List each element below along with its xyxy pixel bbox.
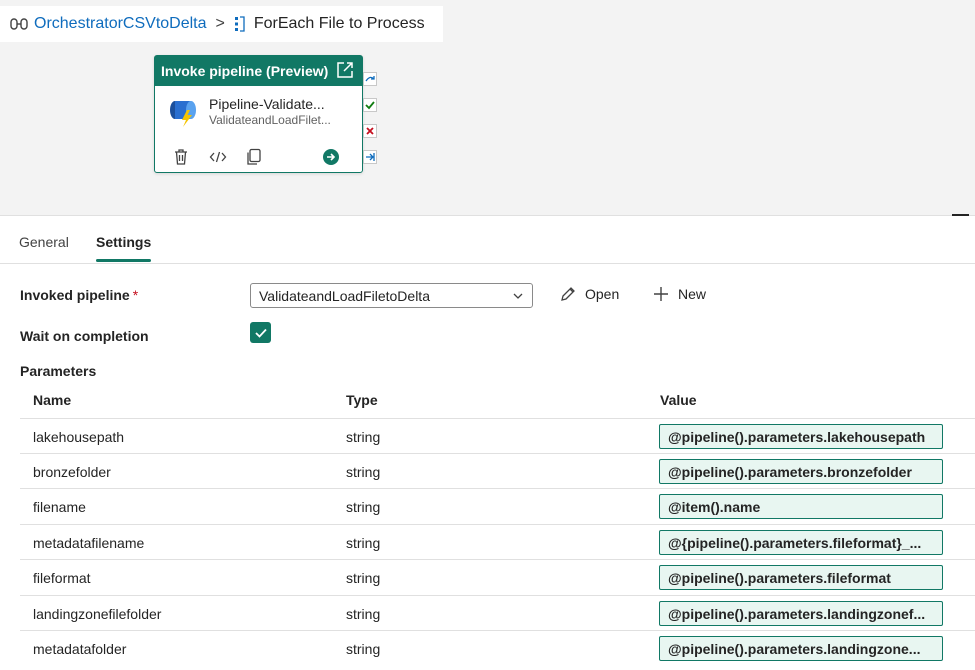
- activity-name: Pipeline-Validate...: [209, 96, 325, 112]
- active-tab-indicator: [96, 259, 151, 262]
- open-button[interactable]: Open: [559, 285, 619, 303]
- param-type: string: [346, 606, 381, 622]
- param-value-field[interactable]: @pipeline().parameters.bronzefolder: [659, 459, 943, 484]
- activity-output-ports: [363, 72, 377, 176]
- breadcrumb-pipeline[interactable]: OrchestratorCSVtoDelta: [10, 15, 207, 33]
- param-name: metadatafolder: [33, 641, 127, 657]
- completion-port-icon[interactable]: [363, 150, 377, 164]
- table-row: filename string @item().name: [20, 488, 975, 523]
- param-value-field[interactable]: @pipeline().parameters.landingzone...: [659, 636, 943, 661]
- param-name: bronzefolder: [33, 464, 111, 480]
- fail-port-icon[interactable]: [363, 124, 377, 138]
- param-type: string: [346, 499, 381, 515]
- copy-icon[interactable]: [246, 148, 262, 166]
- param-type: string: [346, 641, 381, 657]
- param-value-field[interactable]: @{pipeline().parameters.fileformat}_...: [659, 530, 943, 555]
- table-row: lakehousepath string @pipeline().paramet…: [20, 418, 975, 453]
- invoke-pipeline-activity[interactable]: Invoke pipeline (Preview) Pipeline-Valid…: [154, 55, 363, 173]
- param-type: string: [346, 535, 381, 551]
- code-icon[interactable]: [209, 148, 227, 166]
- activity-body: Pipeline-Validate... ValidateandLoadFile…: [155, 86, 362, 138]
- param-type: string: [346, 429, 381, 445]
- breadcrumb-separator: >: [215, 15, 225, 32]
- param-name: fileformat: [33, 570, 91, 586]
- tab-general[interactable]: General: [19, 234, 69, 250]
- new-button[interactable]: New: [652, 285, 706, 303]
- activity-header: Invoke pipeline (Preview): [155, 56, 362, 86]
- activity-actions: [173, 148, 355, 166]
- invoked-pipeline-label-text: Invoked pipeline: [20, 287, 130, 303]
- param-type: string: [346, 464, 381, 480]
- panel-resize-handle[interactable]: [952, 214, 969, 216]
- pipeline-icon: [10, 18, 28, 30]
- column-header-type: Type: [346, 392, 378, 408]
- pipeline-canvas[interactable]: OrchestratorCSVtoDelta > ForEach File to…: [0, 0, 975, 216]
- chevron-down-icon: [513, 293, 523, 299]
- open-button-label: Open: [585, 286, 620, 302]
- parameters-label: Parameters: [20, 363, 97, 379]
- checkmark-icon: [254, 328, 267, 338]
- breadcrumb-activity: ForEach File to Process: [234, 15, 425, 33]
- param-name: lakehousepath: [33, 429, 125, 445]
- breadcrumb-pipeline-label[interactable]: OrchestratorCSVtoDelta: [34, 15, 207, 33]
- delete-icon[interactable]: [173, 148, 189, 166]
- success-port-icon[interactable]: [363, 98, 377, 112]
- table-row: metadatafilename string @{pipeline().par…: [20, 524, 975, 559]
- skip-port-icon[interactable]: [363, 72, 377, 86]
- param-name: metadatafilename: [33, 535, 145, 551]
- table-row: bronzefolder string @pipeline().paramete…: [20, 453, 975, 488]
- param-name: filename: [33, 499, 86, 515]
- breadcrumb: OrchestratorCSVtoDelta > ForEach File to…: [0, 6, 443, 42]
- breadcrumb-activity-label: ForEach File to Process: [253, 15, 425, 32]
- table-row: fileformat string @pipeline().parameters…: [20, 559, 975, 594]
- param-value-field[interactable]: @pipeline().parameters.fileformat: [659, 565, 943, 590]
- invoked-pipeline-dropdown[interactable]: ValidateandLoadFiletoDelta: [250, 283, 533, 308]
- properties-tabs: General Settings: [0, 220, 975, 264]
- foreach-icon: [234, 16, 245, 32]
- required-marker: *: [132, 287, 139, 303]
- invoked-pipeline-label: Invoked pipeline *: [20, 287, 138, 303]
- plus-icon: [654, 287, 668, 301]
- open-external-icon[interactable]: [336, 61, 354, 79]
- table-row: landingzonefilefolder string @pipeline()…: [20, 595, 975, 630]
- tab-settings[interactable]: Settings: [96, 234, 151, 250]
- param-value-field[interactable]: @pipeline().parameters.landingzonef...: [659, 601, 943, 626]
- param-type: string: [346, 570, 381, 586]
- param-value-field[interactable]: @item().name: [659, 494, 943, 519]
- invoked-pipeline-value: ValidateandLoadFiletoDelta: [259, 288, 430, 304]
- wait-on-completion-label: Wait on completion: [20, 328, 149, 344]
- activity-header-label: Invoke pipeline (Preview): [161, 63, 329, 79]
- activity-subtitle: ValidateandLoadFilet...: [209, 113, 331, 127]
- param-value-field[interactable]: @pipeline().parameters.lakehousepath: [659, 424, 943, 449]
- table-row: metadatafolder string @pipeline().parame…: [20, 630, 975, 665]
- wait-on-completion-checkbox[interactable]: [250, 322, 271, 343]
- column-header-name: Name: [33, 392, 72, 408]
- edit-pencil-icon: [561, 287, 575, 301]
- go-arrow-icon[interactable]: [323, 148, 339, 166]
- param-name: landingzonefilefolder: [33, 606, 162, 622]
- column-header-value: Value: [660, 392, 697, 408]
- new-button-label: New: [678, 286, 707, 302]
- invoke-pipeline-icon: [170, 101, 196, 127]
